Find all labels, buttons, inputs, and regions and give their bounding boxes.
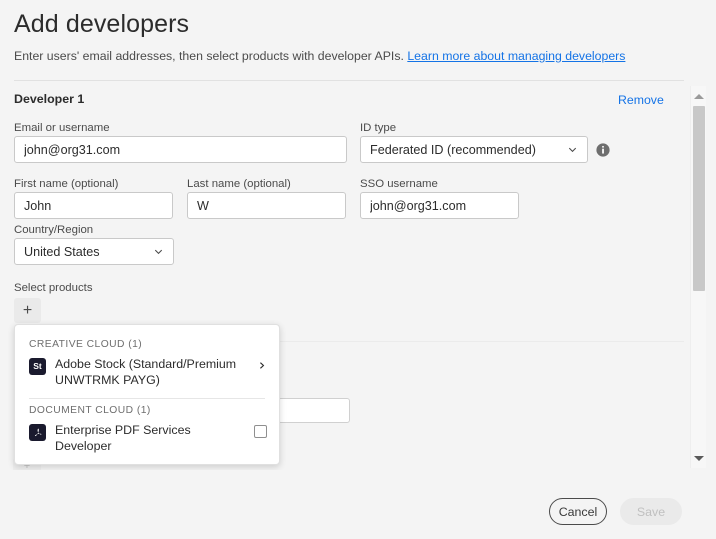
subtitle-text: Enter users' email addresses, then selec… <box>14 49 404 63</box>
product-group-header: DOCUMENT CLOUD (1) <box>29 405 151 416</box>
product-checkbox[interactable] <box>254 425 267 438</box>
scroll-up-button[interactable] <box>691 88 706 104</box>
select-products-label: Select products <box>14 282 93 294</box>
page-title: Add developers <box>14 10 190 38</box>
country-value: United States <box>24 244 100 259</box>
country-select[interactable]: United States <box>14 238 174 265</box>
chevron-down-icon <box>153 246 164 257</box>
dialog-footer: Cancel Save <box>0 470 716 539</box>
last-name-input[interactable] <box>187 192 346 219</box>
id-type-label: ID type <box>360 122 397 134</box>
last-name-label: Last name (optional) <box>187 178 291 190</box>
product-list-item[interactable]: Enterprise PDF Services Developer <box>15 421 279 458</box>
product-list-item[interactable]: St Adobe Stock (Standard/Premium UNWTRMK… <box>15 355 279 392</box>
scrollbar-thumb[interactable] <box>693 106 705 291</box>
adobe-stock-icon: St <box>29 358 46 375</box>
chevron-right-icon[interactable] <box>257 357 267 373</box>
first-name-input[interactable] <box>14 192 173 219</box>
chevron-down-icon <box>567 144 578 155</box>
country-label: Country/Region <box>14 224 94 236</box>
triangle-down-icon <box>693 455 704 461</box>
add-product-button[interactable]: + <box>14 298 41 323</box>
product-name: Adobe Stock (Standard/Premium UNWTRMK PA… <box>55 357 237 387</box>
id-type-select[interactable]: Federated ID (recommended) <box>360 136 588 163</box>
acrobat-icon <box>29 424 46 441</box>
email-input[interactable] <box>14 136 347 163</box>
triangle-up-icon <box>693 93 704 99</box>
first-name-label: First name (optional) <box>14 178 119 190</box>
info-circle-icon[interactable] <box>596 143 610 157</box>
scroll-down-button[interactable] <box>691 450 706 466</box>
developer-section-label: Developer 1 <box>14 92 85 106</box>
product-selection-popup: CREATIVE CLOUD (1) St Adobe Stock (Stand… <box>14 324 280 465</box>
page-subtitle: Enter users' email addresses, then selec… <box>14 48 625 64</box>
product-group-header: CREATIVE CLOUD (1) <box>29 339 143 350</box>
developer-form-scroll-region: Developer 1 Remove Email or username ID … <box>0 72 716 470</box>
section-divider <box>14 80 684 81</box>
email-field-label: Email or username <box>14 122 110 134</box>
learn-more-link[interactable]: Learn more about managing developers <box>407 49 625 63</box>
save-button[interactable]: Save <box>620 498 682 525</box>
occluded-text-input[interactable] <box>278 398 350 423</box>
sso-username-input[interactable] <box>360 192 519 219</box>
vertical-scrollbar[interactable] <box>690 86 706 468</box>
cancel-button[interactable]: Cancel <box>549 498 607 525</box>
product-name: Enterprise PDF Services Developer <box>55 423 191 453</box>
remove-developer-link[interactable]: Remove <box>618 93 664 107</box>
id-type-value: Federated ID (recommended) <box>370 142 536 157</box>
sso-username-label: SSO username <box>360 178 438 190</box>
